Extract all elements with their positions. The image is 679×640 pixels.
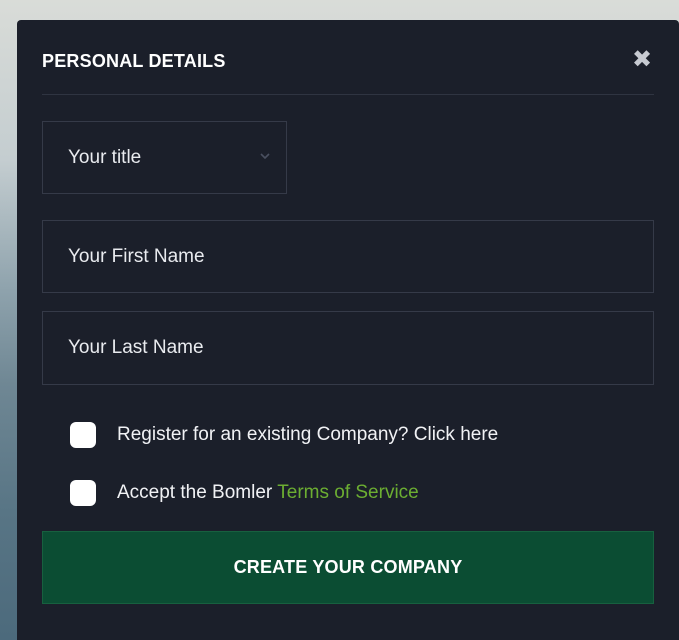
existing-company-checkbox[interactable] bbox=[70, 422, 96, 448]
terms-label: Accept the Bomler bbox=[117, 482, 273, 503]
modal-header: PERSONAL DETAILS ✖ bbox=[42, 20, 654, 95]
terms-checkbox[interactable] bbox=[70, 480, 96, 506]
first-name-field[interactable]: Your First Name bbox=[42, 220, 654, 293]
title-select[interactable]: Your title bbox=[42, 121, 287, 194]
existing-company-label[interactable]: Register for an existing Company? Click … bbox=[117, 424, 498, 446]
first-name-placeholder: Your First Name bbox=[68, 245, 205, 267]
last-name-field[interactable]: Your Last Name bbox=[42, 311, 654, 385]
close-icon[interactable]: ✖ bbox=[630, 48, 654, 72]
personal-details-modal: PERSONAL DETAILS ✖ Your title Your First… bbox=[17, 20, 679, 640]
create-company-button[interactable]: CREATE YOUR COMPANY bbox=[42, 531, 654, 604]
title-select-value: Your title bbox=[68, 146, 142, 168]
terms-of-service-link[interactable]: Terms of Service bbox=[277, 482, 418, 504]
modal-title: PERSONAL DETAILS bbox=[42, 51, 226, 71]
chevron-down-icon bbox=[260, 153, 270, 160]
terms-row: Accept the Bomler Terms of Service bbox=[70, 478, 419, 508]
existing-company-row: Register for an existing Company? Click … bbox=[70, 420, 498, 450]
last-name-placeholder: Your Last Name bbox=[68, 337, 204, 358]
